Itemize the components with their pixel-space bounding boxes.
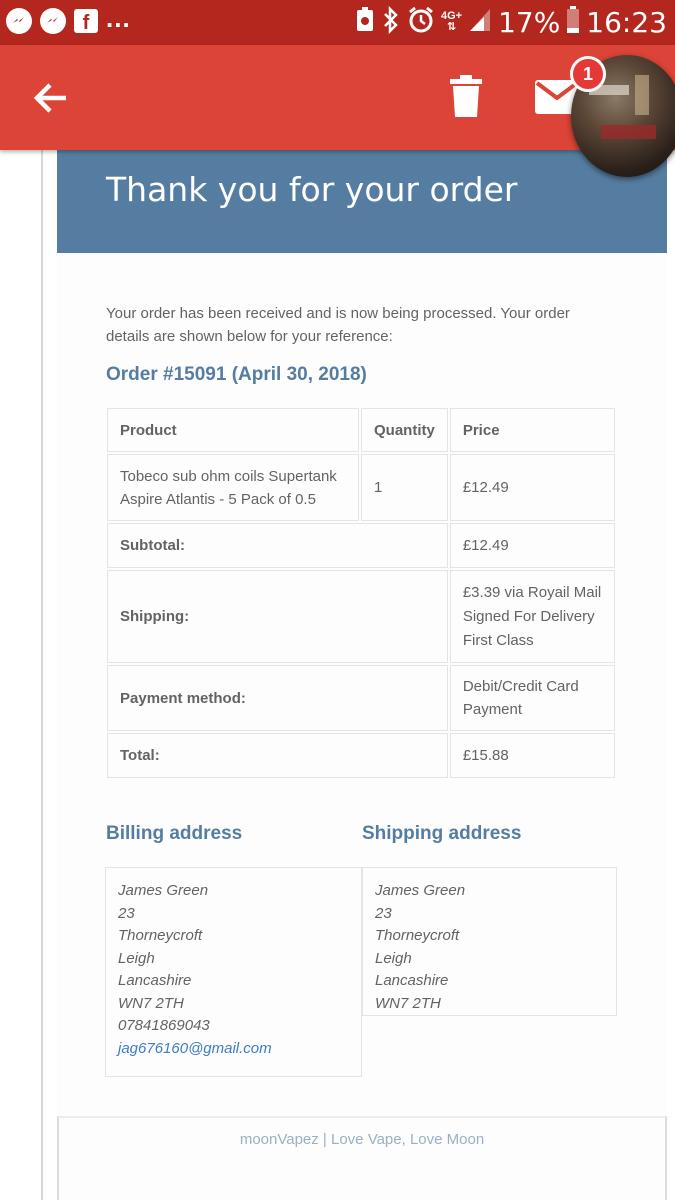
- billing-phone: 07841869043: [118, 1017, 210, 1034]
- bluetooth-icon: [381, 5, 401, 39]
- shipping-address: James Green 23 Thorneycroft Leigh Lancas…: [362, 867, 617, 1016]
- shipping-line: Thorneycroft: [375, 927, 460, 944]
- table-row: Tobeco sub ohm coils Supertank Aspire At…: [107, 454, 615, 521]
- more-notifications: ...: [106, 2, 131, 33]
- system-status: 4G+ ⇅ 17% 16:23: [355, 5, 667, 39]
- order-table: Product Quantity Price Tobeco sub ohm co…: [105, 406, 617, 780]
- total-label: Total:: [107, 733, 448, 778]
- billing-line: 23: [118, 904, 135, 922]
- shipping-line: Lancashire: [375, 972, 449, 989]
- billing-email-link[interactable]: jag676160@gmail.com: [118, 1040, 272, 1057]
- trash-icon: [450, 75, 482, 117]
- facebook-icon: f: [74, 9, 98, 33]
- shipping-row: Shipping: £3.39 via Royail Mail Signed F…: [107, 570, 615, 663]
- column-header-product: Product: [107, 408, 359, 452]
- subtotal-value: £12.49: [449, 523, 615, 568]
- clock: 16:23: [586, 5, 667, 39]
- recycle-icon: [355, 6, 375, 38]
- payment-method-row: Payment method: Debit/Credit Card Paymen…: [107, 665, 615, 731]
- signal-icon: [468, 7, 492, 38]
- billing-line: Thorneycroft: [118, 927, 203, 944]
- shipping-label: Shipping:: [107, 570, 448, 663]
- shipping-line: 23: [375, 904, 392, 922]
- billing-address: James Green 23 Thorneycroft Leigh Lancas…: [105, 867, 362, 1077]
- total-value: £15.88: [449, 733, 615, 778]
- intro-text: Your order has been received and is now …: [106, 305, 570, 345]
- product-quantity: 1: [361, 454, 448, 521]
- billing-address-title: Billing address: [106, 823, 243, 844]
- delete-button[interactable]: [446, 73, 486, 121]
- product-name: Tobeco sub ohm coils Supertank Aspire At…: [107, 454, 359, 521]
- billing-line: Lancashire: [118, 972, 192, 989]
- back-button[interactable]: [28, 75, 74, 121]
- shipping-address-title: Shipping address: [362, 823, 522, 844]
- shipping-line: Leigh: [375, 949, 412, 967]
- shipping-name: James Green: [375, 882, 466, 899]
- network-label: 4G+: [440, 10, 463, 22]
- battery-percent: 17%: [498, 5, 561, 39]
- subtotal-label: Subtotal:: [107, 523, 448, 568]
- billing-line: Leigh: [118, 949, 155, 967]
- shipping-value: £3.39 via Royail Mail Signed For Deliver…: [449, 570, 615, 663]
- notification-badge: 1: [570, 56, 606, 92]
- notification-icons: f ...: [6, 3, 131, 34]
- network-type: 4G+ ⇅: [440, 10, 463, 33]
- payment-method-value: Debit/Credit Card Payment: [449, 665, 615, 731]
- table-header-row: Product Quantity Price: [107, 408, 615, 452]
- battery-icon: [566, 5, 580, 39]
- payment-method-label: Payment method:: [107, 665, 448, 731]
- footer-text: moonVapez | Love Vape, Love Moon: [239, 1131, 485, 1148]
- total-row: Total: £15.88: [107, 733, 615, 778]
- billing-postcode: WN7 2TH: [118, 994, 184, 1012]
- arrow-back-icon: [33, 83, 66, 113]
- shipping-postcode: WN7 2TH: [375, 994, 441, 1012]
- billing-name: James Green: [118, 882, 209, 899]
- footer-frame: [57, 1116, 667, 1200]
- column-header-quantity: Quantity: [361, 408, 448, 452]
- column-header-price: Price: [449, 408, 615, 452]
- status-bar: f ... 4G+ ⇅ 17% 16:23: [0, 0, 675, 45]
- alarm-icon: [407, 6, 435, 39]
- divider: [41, 150, 43, 1200]
- order-title: Order #15091 (April 30, 2018): [106, 364, 367, 385]
- messenger-icon: [40, 8, 66, 34]
- product-price: £12.49: [449, 454, 615, 521]
- email-header-title: Thank you for your order: [106, 170, 518, 209]
- subtotal-row: Subtotal: £12.49: [107, 523, 615, 568]
- messenger-icon: [6, 8, 32, 34]
